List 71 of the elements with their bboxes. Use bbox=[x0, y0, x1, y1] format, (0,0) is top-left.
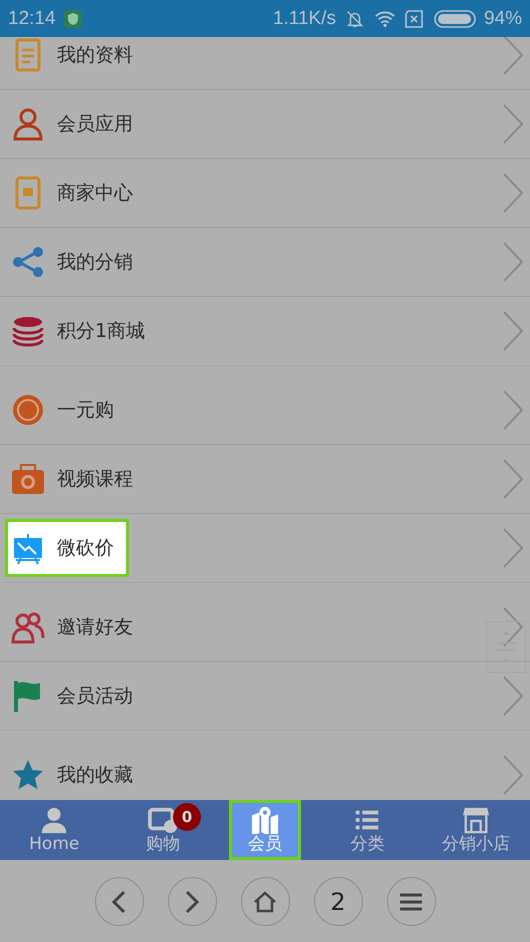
back-button[interactable] bbox=[94, 877, 144, 926]
tab-label: 分类 bbox=[350, 834, 384, 854]
chevron-left-icon bbox=[112, 890, 126, 914]
menu-item[interactable]: 积分1商城 bbox=[0, 297, 530, 365]
ring-icon bbox=[11, 393, 45, 427]
menu-item[interactable]: 我的分销 bbox=[0, 228, 530, 297]
chevron-right-icon bbox=[502, 37, 524, 76]
forward-button[interactable] bbox=[168, 877, 216, 926]
menu-label: 我的资料 bbox=[57, 43, 133, 68]
menu-item[interactable]: 我的收藏 bbox=[0, 741, 530, 800]
nav-tab[interactable]: 分销小店 bbox=[422, 800, 530, 860]
star-icon bbox=[11, 758, 45, 792]
chevron-right-icon bbox=[502, 172, 524, 214]
scroll-handle[interactable] bbox=[486, 621, 526, 673]
menu-item[interactable]: 视频课程 bbox=[0, 445, 530, 514]
menu-label: 一元购 bbox=[57, 398, 114, 423]
menu-label: 微砍价 bbox=[57, 536, 114, 561]
coins-icon bbox=[11, 314, 45, 348]
chevron-right-icon bbox=[502, 606, 524, 648]
menu-label: 视频课程 bbox=[57, 467, 133, 492]
chevron-right-icon bbox=[502, 675, 524, 717]
menu-item[interactable]: 一元购 bbox=[0, 376, 530, 445]
chevron-right-icon bbox=[502, 458, 524, 500]
share-icon bbox=[11, 245, 45, 279]
board-icon bbox=[11, 531, 45, 565]
map-icon bbox=[250, 806, 280, 834]
tab-label: 分销小店 bbox=[442, 834, 510, 854]
nav-tab[interactable]: 分类 bbox=[313, 800, 422, 860]
menu-icon bbox=[400, 892, 422, 910]
menu-item[interactable]: 商家中心 bbox=[0, 159, 530, 228]
menu-item[interactable]: 我的资料 bbox=[0, 37, 530, 90]
menu-label: 积分1商城 bbox=[57, 319, 146, 344]
nav-tab[interactable]: 购物 0 bbox=[108, 800, 217, 860]
home-button[interactable] bbox=[240, 877, 290, 926]
menu-label: 会员应用 bbox=[57, 112, 133, 137]
home-icon bbox=[253, 890, 277, 912]
cart-count: 0 bbox=[173, 803, 201, 831]
pages-button[interactable]: 2 bbox=[314, 877, 362, 926]
menu-label: 商家中心 bbox=[57, 181, 133, 206]
camera-icon bbox=[11, 462, 45, 496]
person-icon bbox=[11, 107, 45, 141]
chevron-right-icon bbox=[502, 389, 524, 431]
menu-item[interactable]: 微砍价 bbox=[0, 514, 530, 582]
nav-tab[interactable]: Home bbox=[0, 800, 108, 860]
chevron-right-icon bbox=[502, 754, 524, 796]
battery-percent: 94% bbox=[484, 8, 522, 30]
menu-label: 会员活动 bbox=[57, 684, 133, 709]
network-speed: 1.11K/s bbox=[272, 8, 336, 30]
menu-item[interactable]: 邀请好友 bbox=[0, 593, 530, 662]
chevron-right-icon bbox=[502, 310, 524, 352]
people-icon bbox=[11, 610, 45, 644]
menu-label: 我的收藏 bbox=[57, 763, 133, 788]
wifi-icon bbox=[374, 8, 396, 28]
tab-label: 会员 bbox=[248, 834, 282, 854]
battery-icon bbox=[434, 10, 476, 28]
chevron-right-icon bbox=[502, 527, 524, 569]
menu-label: 邀请好友 bbox=[57, 615, 133, 640]
clock: 12:14 bbox=[8, 8, 56, 30]
menu-item[interactable]: 会员活动 bbox=[0, 662, 530, 730]
menu-label: 我的分销 bbox=[57, 250, 133, 275]
cart-icon bbox=[148, 806, 178, 834]
shop-icon bbox=[460, 806, 491, 834]
menu-item[interactable]: 会员应用 bbox=[0, 90, 530, 159]
chevron-right-icon bbox=[502, 241, 524, 283]
tab-label: Home bbox=[29, 834, 80, 854]
sim-card-icon bbox=[404, 8, 426, 28]
menu-button[interactable] bbox=[386, 877, 436, 926]
chevron-right-icon bbox=[185, 890, 199, 914]
tab-label: 购物 bbox=[146, 834, 180, 854]
shield-icon bbox=[64, 10, 82, 28]
chevron-right-icon bbox=[502, 103, 524, 145]
